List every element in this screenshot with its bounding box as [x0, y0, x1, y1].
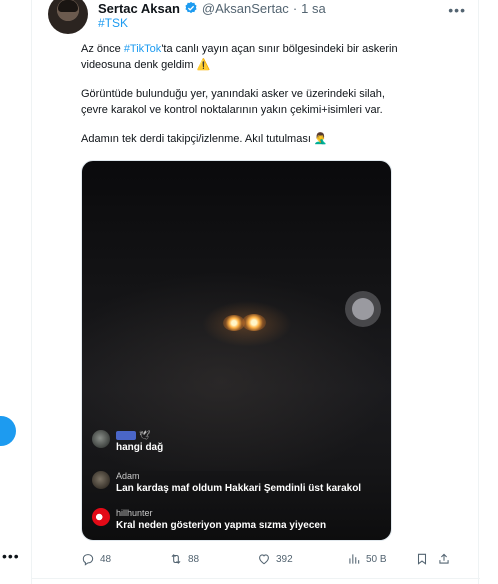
reply-count: 48: [100, 553, 112, 565]
tweet-actions: 48 88 392 50 B: [81, 552, 471, 570]
tweet-time[interactable]: 1 sa: [301, 1, 326, 16]
record-button[interactable]: [345, 291, 381, 327]
views-icon: [349, 554, 360, 564]
comment-user: Adam: [116, 471, 140, 481]
divider: [32, 578, 480, 579]
views-button[interactable]: 50 B: [347, 552, 387, 566]
text-segment: Az önce: [81, 43, 124, 55]
tweet-paragraph-3: Adamın tek derdi takipçi/izlenme. Akıl t…: [81, 133, 328, 145]
separator-dot: ·: [292, 0, 298, 16]
hashtag-link[interactable]: #TSK: [98, 16, 128, 30]
live-comment: 🕊 hangi dağ: [92, 429, 163, 454]
comment-avatar: [92, 430, 110, 448]
tweet-paragraph-2: Görüntüde bulunduğu yer, yanındaki asker…: [81, 88, 385, 116]
light-source-right: [242, 314, 266, 331]
video-player[interactable]: 🕊 hangi dağ Adam Lan kardaş maf oldum Ha…: [81, 160, 392, 541]
compose-button[interactable]: [0, 416, 16, 446]
comment-user: hillhunter: [116, 508, 153, 518]
bookmark-button[interactable]: [415, 552, 429, 566]
comment-user-row: 🕊: [116, 429, 163, 441]
badge-icon: 🕊: [139, 430, 151, 440]
tweet-paragraph-1: Az önce #TikTok'ta canlı yayın açan sını…: [81, 42, 411, 73]
avatar[interactable]: [48, 0, 88, 34]
verified-badge-icon: [185, 1, 197, 14]
reply-button[interactable]: 48: [81, 552, 111, 566]
bookmark-icon: [417, 553, 427, 565]
share-icon: [439, 553, 449, 564]
comment-avatar: [92, 471, 110, 489]
comment-message: Lan kardaş maf oldum Hakkari Şemdinli üs…: [116, 483, 362, 494]
repost-icon: [171, 554, 181, 564]
view-count: 50 B: [366, 553, 387, 565]
more-dots-icon[interactable]: •••: [448, 2, 466, 18]
repost-count: 88: [188, 553, 200, 565]
like-count: 392: [276, 553, 293, 565]
repost-button[interactable]: 88: [169, 552, 199, 566]
author-handle[interactable]: @AksanSertac: [202, 1, 289, 16]
live-comment: hillhunter Kral neden gösteriyon yapma s…: [92, 507, 326, 532]
side-more-icon[interactable]: •••: [2, 548, 20, 564]
level-badge-icon: [116, 430, 136, 440]
left-rail: •••: [0, 0, 22, 584]
author-name[interactable]: Sertac Aksan: [98, 1, 180, 16]
comment-avatar: [92, 508, 110, 526]
tweet-column: Sertac Aksan @AksanSertac · 1 sa ••• #TS…: [31, 0, 480, 584]
comment-message: hangi dağ: [116, 442, 164, 453]
live-comment: Adam Lan kardaş maf oldum Hakkari Şemdin…: [92, 470, 361, 495]
comment-message: Kral neden gösteriyon yapma sızma yiyece…: [116, 520, 327, 531]
tweet-header: Sertac Aksan @AksanSertac · 1 sa: [98, 0, 326, 16]
tweet-text: Az önce #TikTok'ta canlı yayın açan sını…: [81, 42, 411, 162]
like-button[interactable]: 392: [257, 552, 293, 566]
reply-icon: [82, 554, 94, 566]
heart-icon: [259, 554, 269, 565]
tiktok-hashtag-link[interactable]: #TikTok: [124, 43, 162, 55]
share-button[interactable]: [437, 552, 451, 566]
